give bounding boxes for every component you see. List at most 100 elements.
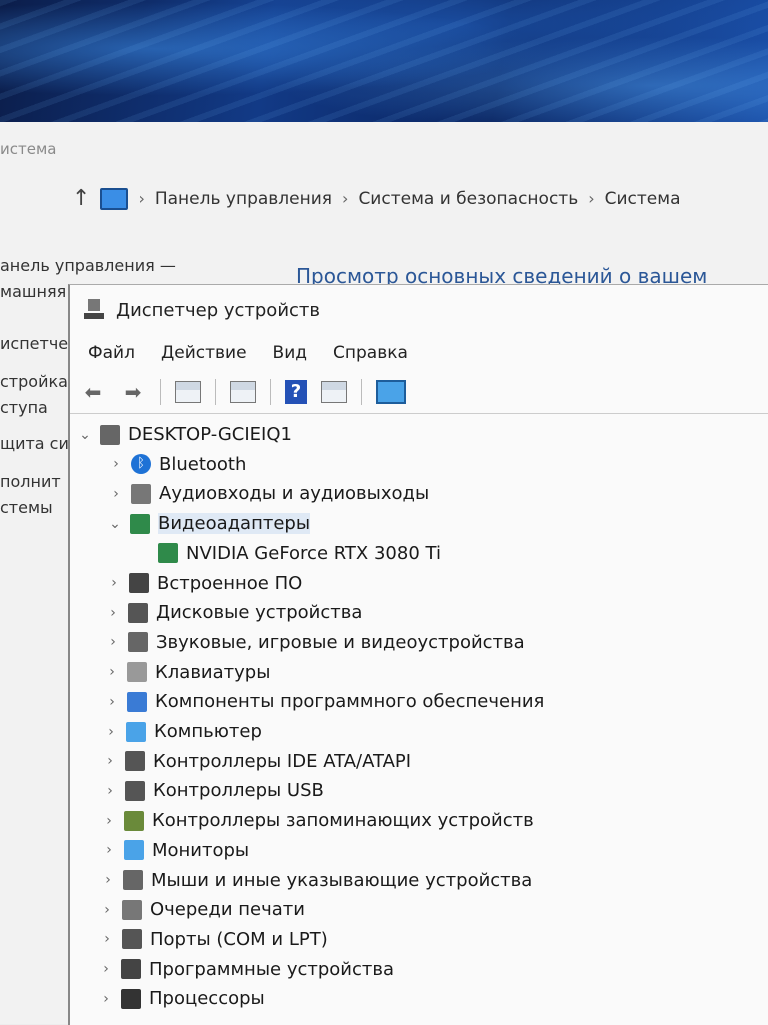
chevron-right-icon[interactable]: › [103, 783, 117, 799]
properties-icon[interactable] [175, 381, 201, 403]
breadcrumb-control-panel[interactable]: Панель управления [155, 189, 332, 209]
monitor-icon [124, 840, 144, 861]
sidebar-link-home[interactable]: машняя [0, 282, 66, 301]
grid-icon[interactable] [230, 381, 256, 403]
up-arrow-icon[interactable]: ↑ [72, 186, 90, 211]
sidebar-link-control-panel[interactable]: анель управления — [0, 256, 176, 275]
tree-category-node[interactable]: › Мониторы [102, 840, 249, 861]
tree-node-label: Встроенное ПО [157, 572, 303, 594]
address-bar[interactable]: ↑ › Панель управления › Система и безопа… [72, 186, 681, 211]
tree-node-label: Контроллеры IDE ATA/ATAPI [153, 750, 412, 772]
update-driver-icon[interactable] [321, 381, 347, 403]
tree-root-node[interactable]: ⌄ DESKTOP-GCIEIQ1 [78, 424, 292, 445]
software-component-icon [127, 691, 147, 712]
chevron-right-icon[interactable]: › [102, 842, 116, 858]
sidebar-link-device-manager[interactable]: испетчер [0, 334, 78, 353]
tree-category-node[interactable]: › Дисковые устройства [106, 602, 362, 623]
root-icon [100, 424, 120, 445]
chevron-right-icon[interactable]: › [102, 813, 116, 829]
tree-category-node[interactable]: › ᛒ Bluetooth [109, 454, 246, 475]
sidebar-link-system[interactable]: стемы [0, 498, 53, 517]
tree-category-node[interactable]: › Процессоры [99, 988, 265, 1009]
chevron-right-icon[interactable]: › [106, 634, 120, 650]
chevron-right-icon[interactable]: › [107, 575, 121, 591]
menu-view[interactable]: Вид [273, 343, 307, 363]
sidebar-link-settings[interactable]: стройка [0, 372, 68, 391]
sidebar-link-protection[interactable]: щита си [0, 434, 69, 453]
tree-category-node[interactable]: › Контроллеры USB [103, 780, 324, 801]
tree-category-node[interactable]: › Программные устройства [99, 959, 394, 980]
menu-help[interactable]: Справка [333, 343, 408, 363]
tree-node-label: Компоненты программного обеспечения [155, 691, 545, 713]
tree-category-node[interactable]: › Контроллеры IDE ATA/ATAPI [103, 751, 411, 772]
sidebar-link-additional[interactable]: полнит [0, 472, 61, 491]
tree-node-label: Процессоры [149, 988, 265, 1010]
tree-category-node[interactable]: › Компьютер [104, 721, 262, 742]
display-adapter-icon [158, 543, 178, 564]
tree-category-node[interactable]: › Звуковые, игровые и видеоустройства [106, 632, 525, 653]
chevron-right-icon[interactable]: › [109, 486, 123, 502]
tree-category-node[interactable]: › Очереди печати [100, 899, 305, 920]
storage-controller-icon [124, 810, 144, 831]
display-adapter-icon [130, 513, 150, 534]
chevron-right-icon[interactable]: › [109, 456, 123, 472]
tree-category-node[interactable]: › Компоненты программного обеспечения [105, 691, 544, 712]
sidebar-link-access[interactable]: ступа [0, 398, 48, 417]
toolbar-separator [270, 379, 271, 405]
tree-category-node[interactable]: › Порты (COM и LPT) [100, 929, 328, 950]
desktop-wallpaper [0, 0, 768, 122]
scan-hardware-icon[interactable] [376, 380, 406, 404]
tree-node-label: Компьютер [154, 721, 262, 742]
tree-node-label: Звуковые, игровые и видеоустройства [156, 631, 525, 653]
device-manager-icon [84, 299, 104, 321]
menu-bar: Файл Действие Вид Справка [70, 335, 768, 371]
tree-node-label: Мониторы [152, 839, 250, 861]
breadcrumb-security[interactable]: Система и безопасность [358, 189, 578, 209]
title-bar[interactable]: Диспетчер устройств [70, 285, 768, 335]
keyboard-icon [127, 662, 147, 683]
chevron-right-icon[interactable]: › [100, 902, 114, 918]
tree-category-node[interactable]: › Клавиатуры [105, 662, 270, 683]
chevron-right-icon[interactable]: › [99, 961, 113, 977]
chevron-right-icon[interactable]: › [100, 931, 114, 947]
toolbar-separator [215, 379, 216, 405]
tree-category-node[interactable]: › Аудиовходы и аудиовыходы [109, 483, 429, 504]
breadcrumb-system[interactable]: Система [605, 189, 681, 209]
tree-category-node[interactable]: › Мыши и иные указывающие устройства [101, 870, 532, 891]
chevron-down-icon[interactable]: ⌄ [78, 427, 92, 443]
chevron-right-icon[interactable]: › [105, 694, 119, 710]
usb-icon [125, 780, 145, 801]
tree-category-node[interactable]: › Контроллеры запоминающих устройств [102, 810, 534, 831]
forward-icon[interactable]: ➡ [120, 379, 146, 405]
chevron-right-icon[interactable]: › [104, 724, 118, 740]
tree-node-label: NVIDIA GeForce RTX 3080 Ti [186, 542, 441, 564]
toolbar-separator [361, 379, 362, 405]
chevron-right-icon[interactable]: › [103, 753, 117, 769]
firmware-icon [129, 573, 149, 593]
tree-node-label: Очереди печати [150, 899, 305, 921]
help-icon[interactable]: ? [285, 380, 307, 404]
chevron-right-icon: › [342, 189, 349, 208]
chevron-right-icon[interactable]: › [105, 664, 119, 680]
chevron-right-icon[interactable]: › [99, 991, 113, 1007]
chevron-right-icon[interactable]: › [106, 605, 120, 621]
tree-node-label: DESKTOP-GCIEIQ1 [128, 424, 292, 445]
mouse-icon [123, 870, 143, 890]
menu-action[interactable]: Действие [161, 343, 247, 363]
tree-category-node[interactable]: ⌄ Видеоадаптеры [108, 513, 311, 535]
control-panel-title: истема [0, 140, 57, 158]
chevron-right-icon[interactable]: › [101, 872, 115, 888]
tree-category-node[interactable]: › Встроенное ПО [107, 573, 302, 594]
menu-file[interactable]: Файл [88, 343, 135, 363]
tree-node-label: Видеоадаптеры [158, 513, 311, 535]
tree-node-label: Клавиатуры [155, 661, 271, 683]
processor-icon [121, 988, 141, 1009]
back-icon[interactable]: ⬅ [80, 379, 106, 405]
ide-controller-icon [125, 751, 145, 772]
bluetooth-icon: ᛒ [131, 454, 151, 475]
chevron-right-icon: › [138, 189, 145, 208]
chevron-down-icon[interactable]: ⌄ [108, 516, 122, 532]
tree-device-node[interactable]: NVIDIA GeForce RTX 3080 Ti [158, 543, 441, 564]
tree-node-label: Контроллеры USB [153, 780, 324, 802]
tree-node-label: Мыши и иные указывающие устройства [151, 869, 533, 891]
